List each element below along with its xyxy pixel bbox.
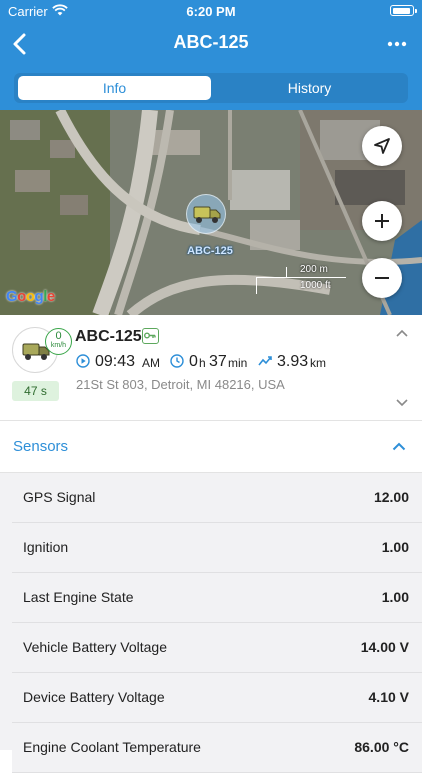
vehicle-name: ABC-125 [75, 328, 142, 345]
sensor-value: 4.10 V [368, 689, 409, 705]
sensor-row[interactable]: Last Engine State 1.00 [12, 573, 422, 623]
play-circle-icon [76, 354, 90, 368]
ignition-key-icon [142, 328, 159, 344]
sensor-list: GPS Signal 12.00 Ignition 1.00 Last Engi… [0, 473, 422, 773]
scale-imperial-label: 1000 ft [300, 280, 331, 291]
section-title: Sensors [13, 438, 69, 455]
sensors-section-header[interactable]: Sensors [0, 421, 422, 473]
sensor-label: Engine Coolant Temperature [23, 739, 201, 755]
sensor-label: Vehicle Battery Voltage [23, 639, 167, 655]
speed-value: 0 [55, 330, 62, 342]
sensor-value: 1.00 [381, 589, 409, 605]
sensor-value: 1.00 [381, 539, 409, 555]
status-bar: Carrier 6:20 PM [0, 0, 422, 22]
speed-unit: km/h [50, 342, 67, 349]
last-update-age-badge: 47 s [12, 381, 59, 401]
chevron-up-icon[interactable] [392, 442, 406, 451]
battery-icon [390, 5, 417, 16]
app-header: Carrier 6:20 PM ABC-125 Info History [0, 0, 422, 110]
expand-card-chevron-icon[interactable] [396, 399, 408, 407]
sensor-row[interactable]: Vehicle Battery Voltage 14.00 V [12, 623, 422, 673]
tab-history[interactable]: History [213, 76, 406, 100]
zoom-out-icon [375, 277, 389, 279]
sensor-row[interactable]: GPS Signal 12.00 [12, 473, 422, 523]
sensor-value: 12.00 [373, 489, 409, 505]
scale-metric-label: 200 m [300, 264, 328, 275]
sensor-label: Ignition [23, 539, 69, 555]
duration-hours: 0 [189, 353, 198, 370]
clock-icon [170, 354, 184, 368]
collapse-card-chevron-icon[interactable] [396, 329, 408, 337]
scale-bar-tick [286, 267, 287, 277]
duration-minutes: 37 [209, 353, 227, 370]
duration-minutes-unit: min [228, 356, 248, 370]
google-logo: Google [6, 288, 55, 305]
locate-button[interactable] [362, 126, 402, 166]
vehicle-summary-card[interactable]: 0 km/h 47 s ABC-125 09:43 AM 0 h 37 min … [0, 315, 422, 421]
sensor-label: Last Engine State [23, 589, 134, 605]
sensor-value: 14.00 V [360, 639, 409, 655]
trip-stats: 09:43 AM 0 h 37 min 3.93 km [76, 353, 396, 373]
more-options-icon[interactable] [384, 32, 410, 56]
zoom-in-button[interactable] [362, 201, 402, 241]
distance-value: 3.93 [277, 353, 309, 370]
tab-info[interactable]: Info [18, 76, 211, 100]
vehicle-map-label: ABC-125 [187, 245, 233, 257]
distance-unit: km [310, 356, 326, 370]
sensor-row[interactable]: Ignition 1.00 [12, 523, 422, 573]
last-time-suffix: AM [142, 356, 160, 370]
vehicle-marker[interactable] [186, 194, 226, 234]
sensor-row[interactable]: Engine Coolant Temperature 86.00 °C [12, 723, 422, 773]
vehicle-address: 21St St 803, Detroit, MI 48216, USA [76, 377, 285, 392]
map-view[interactable]: ABC-125 200 m 1000 ft Google [0, 110, 422, 315]
scale-bar [256, 277, 346, 278]
truck-icon [193, 206, 221, 223]
sensor-label: Device Battery Voltage [23, 689, 165, 705]
sensor-row[interactable]: Device Battery Voltage 4.10 V [12, 673, 422, 723]
zoom-in-icon [375, 214, 389, 228]
locate-icon [374, 138, 390, 154]
last-time-value: 09:43 [95, 353, 136, 370]
speed-badge: 0 km/h [45, 328, 72, 355]
status-time: 6:20 PM [186, 4, 236, 19]
nav-bar: ABC-125 [0, 22, 422, 66]
distance-trend-icon [258, 356, 272, 366]
page-title: ABC-125 [173, 32, 249, 52]
sensor-value: 86.00 °C [354, 739, 409, 755]
duration-hours-unit: h [199, 356, 206, 370]
segmented-control: Info History [14, 73, 408, 103]
scale-bar-tick [256, 277, 257, 294]
sensor-label: GPS Signal [23, 489, 96, 505]
zoom-out-button[interactable] [362, 258, 402, 298]
